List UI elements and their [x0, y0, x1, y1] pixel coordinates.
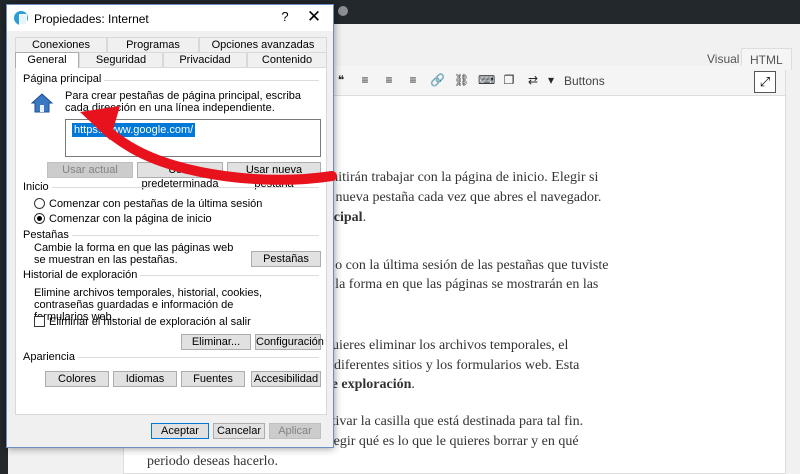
- tab-programs[interactable]: Programas: [107, 37, 199, 52]
- startup-last-session-radio[interactable]: [34, 198, 45, 209]
- unlink-icon[interactable]: ⛓: [454, 74, 469, 86]
- colors-button[interactable]: Colores: [45, 371, 109, 387]
- use-new-tab-button[interactable]: Usar nueva pestaña: [227, 162, 321, 190]
- content-paragraph: periodo deseas hacerlo.: [147, 452, 787, 471]
- homepage-section-label: Página principal: [23, 73, 105, 85]
- tabs-button[interactable]: Pestañas: [251, 251, 321, 267]
- fullscreen-button[interactable]: ⤢: [754, 71, 776, 93]
- history-section-label: Historial de exploración: [23, 269, 141, 281]
- paragraph-text: .: [362, 210, 367, 225]
- delete-history-on-exit-checkbox[interactable]: [34, 316, 45, 327]
- delete-history-on-exit-label[interactable]: Eliminar el historial de exploración al …: [49, 316, 251, 328]
- align-right-icon[interactable]: ≡: [406, 74, 420, 86]
- accessibility-button[interactable]: Accesibilidad: [251, 371, 321, 387]
- section-divider: [23, 187, 319, 188]
- homepage-url-value: https://www.google.com/: [72, 123, 196, 137]
- tab-security[interactable]: Seguridad: [79, 52, 163, 67]
- align-left-icon[interactable]: ≡: [358, 74, 372, 86]
- tab-general[interactable]: General: [15, 52, 79, 68]
- startup-home-page-radio[interactable]: [34, 213, 45, 224]
- apply-button[interactable]: Aplicar: [269, 423, 321, 439]
- delete-history-button[interactable]: Eliminar...: [181, 334, 251, 350]
- swap-icon[interactable]: ⇄: [526, 74, 540, 86]
- fullscreen-icon: ⤢: [759, 74, 771, 89]
- cancel-button[interactable]: Cancelar: [213, 423, 265, 439]
- paragraph-text: .: [411, 377, 415, 392]
- tabs-description: Cambie la forma en que las páginas web s…: [34, 242, 234, 266]
- keyboard-icon[interactable]: ⌨: [478, 74, 495, 86]
- link-icon[interactable]: 🔗: [430, 74, 445, 86]
- fonts-button[interactable]: Fuentes: [181, 371, 245, 387]
- blockquote-icon[interactable]: ❝: [334, 74, 348, 86]
- use-default-button[interactable]: Usar predeterminada: [137, 162, 223, 190]
- copy-icon[interactable]: ❐: [502, 74, 516, 86]
- homepage-url-textarea[interactable]: https://www.google.com/: [65, 119, 321, 157]
- dialog-title: Propiedades: Internet: [34, 12, 149, 26]
- paragraph-text: periodo deseas hacerlo.: [147, 454, 278, 469]
- languages-button[interactable]: Idiomas: [113, 371, 177, 387]
- startup-last-session-label[interactable]: Comenzar con pestañas de la última sesió…: [49, 198, 262, 210]
- appearance-section-label: Apariencia: [23, 351, 78, 363]
- tab-content[interactable]: Contenido: [247, 52, 327, 67]
- tab-privacy[interactable]: Privacidad: [163, 52, 247, 67]
- ok-button[interactable]: Aceptar: [151, 423, 209, 439]
- startup-home-page-label[interactable]: Comenzar con la página de inicio: [49, 213, 212, 225]
- dropdown-icon[interactable]: ▾: [544, 74, 558, 86]
- admin-bar-dot-icon: [338, 6, 348, 16]
- use-current-button[interactable]: Usar actual: [47, 162, 133, 178]
- help-button[interactable]: ?: [277, 9, 293, 24]
- tabs-section-label: Pestañas: [23, 229, 72, 241]
- startup-section-label: Inicio: [23, 181, 52, 193]
- tab-advanced[interactable]: Opciones avanzadas: [199, 37, 327, 52]
- history-settings-button[interactable]: Configuración: [255, 334, 324, 350]
- tab-connections[interactable]: Conexiones: [15, 37, 107, 52]
- buttons-menu[interactable]: Buttons: [564, 74, 605, 88]
- internet-properties-dialog: Propiedades: Internet ? ✕ Conexiones Pro…: [6, 4, 334, 448]
- dialog-titlebar: Propiedades: Internet ? ✕: [7, 5, 333, 31]
- close-button[interactable]: ✕: [305, 7, 323, 27]
- homepage-description: Para crear pestañas de página principal,…: [65, 90, 302, 114]
- internet-options-icon: [14, 11, 28, 25]
- home-icon: [31, 93, 53, 113]
- align-center-icon[interactable]: ≡: [382, 74, 396, 86]
